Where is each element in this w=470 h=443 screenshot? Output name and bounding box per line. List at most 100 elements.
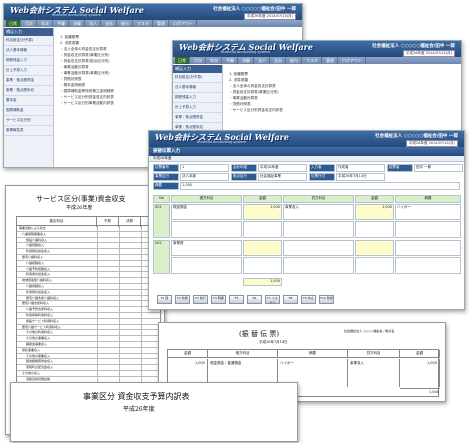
function-key-bar: F1 閉 F2 新規 F3 前行 F4 明細 F5 F6 F7 スキャン F8 F9 中止… — [157, 295, 334, 304]
sidebar-item[interactable]: 国庫補助金 — [4, 106, 53, 116]
menu-item[interactable]: ログアウト — [170, 20, 197, 27]
sidebar-item[interactable]: 事業・拠点間資金 — [173, 113, 222, 123]
report-row-label: その他の収入 — [22, 371, 41, 375]
function-key-button[interactable]: F2 新規 — [175, 295, 190, 304]
sidebar-item[interactable]: 事業報告書 — [4, 126, 53, 136]
sidebar-item[interactable]: 科目設定(対予算) — [4, 36, 53, 46]
table-cell[interactable]: 1,000 — [243, 204, 282, 220]
menu-item[interactable]: 決算 — [239, 57, 254, 64]
entry-lines-table: No 借方科目 金額 貸方科目 金額 摘要 001 現金預金 1,000 事業収入 1,000 ハイボ… — [153, 195, 462, 287]
table-cell-sub[interactable] — [355, 257, 394, 274]
menu-item[interactable]: 管理 — [323, 57, 338, 64]
form-field[interactable]: 田中 一郎 — [414, 164, 463, 172]
menu-item[interactable]: 月次 — [22, 20, 37, 27]
table-cell[interactable] — [283, 240, 354, 256]
form-field[interactable]: 作成者 — [336, 164, 385, 172]
menu-link[interactable]: ・サービス区分別資金収支内訳表 — [229, 107, 339, 113]
table-header: 貸方科目 — [283, 195, 354, 203]
report-row-label: 居宅介護支援料収入 — [22, 301, 50, 306]
table-cell[interactable]: 現金預金 — [171, 204, 242, 220]
sidebar-item[interactable]: 科目設定(対予算) — [173, 73, 222, 83]
function-key-button[interactable]: F8 — [283, 295, 298, 304]
form-field[interactable]: 平成26年度 — [258, 164, 307, 172]
menu-item[interactable]: 日常 — [6, 20, 21, 27]
app-tagline: financial accounting system — [197, 140, 247, 144]
sidebar-item[interactable]: 基本金 — [4, 96, 53, 106]
menu-item[interactable]: 給与 — [118, 20, 133, 27]
table-cell-sub[interactable] — [283, 221, 354, 238]
table-cell-sub[interactable] — [171, 221, 242, 238]
function-key-button[interactable]: F9 中止 — [301, 295, 316, 304]
sidebar-item[interactable]: 計上予算入力 — [4, 66, 53, 76]
slip-header: 金額 — [400, 350, 440, 358]
form-field[interactable]: 法人本部 — [180, 173, 229, 181]
menu-item[interactable]: マスタ — [134, 20, 153, 27]
sidebar-item[interactable]: 計上予算入力 — [173, 103, 222, 113]
menu-item[interactable]: 年次 — [207, 57, 222, 64]
menu-item[interactable]: 法人 — [86, 20, 101, 27]
sidebar-heading: 補足入力 — [173, 65, 222, 73]
function-key-button[interactable]: F10 登録 — [319, 295, 334, 304]
app-banner: Web会計システム Social Welfare financial accou… — [149, 131, 464, 147]
menu-item[interactable]: 予算 — [223, 57, 238, 64]
function-key-button[interactable]: F6 — [247, 295, 262, 304]
report-row-label: 居宅介護支援介護料収入 — [26, 295, 60, 300]
menu-item[interactable]: 決算 — [70, 20, 85, 27]
function-key-button[interactable]: F1 閉 — [157, 295, 172, 304]
menu-item[interactable]: 支払 — [102, 20, 117, 27]
sidebar-item[interactable]: サービス区分別 — [4, 116, 53, 126]
table-cell-sub[interactable] — [395, 221, 461, 238]
table-header: 摘要 — [395, 195, 461, 203]
table-cell[interactable]: 事業費 — [171, 240, 242, 256]
table-cell[interactable] — [243, 240, 282, 256]
table-cell-sub[interactable] — [171, 257, 242, 274]
table-cell[interactable] — [355, 240, 394, 256]
menu-item[interactable]: 年次 — [38, 20, 53, 27]
menu-item[interactable]: 日常 — [175, 57, 190, 64]
form-label: 会計年度 — [231, 164, 257, 172]
table-cell-sub[interactable] — [243, 221, 282, 238]
menu-item[interactable]: マスタ — [303, 57, 322, 64]
organization-name: 社会福祉法人 ○○○○○福祉会/田中 一郎 — [213, 7, 296, 12]
menu-item[interactable]: 給与 — [287, 57, 302, 64]
function-key-button[interactable]: F5 — [229, 295, 244, 304]
sidebar-item[interactable]: 事業・拠点間未収 — [4, 86, 53, 96]
table-cell[interactable]: 1,000 — [355, 204, 394, 220]
main-menu-bar: 日常 月次 年次 予算 決算 法人 支払 給与 マスタ 管理 ログアウト — [4, 20, 302, 27]
sidebar-item[interactable]: 期首残高入力 — [4, 56, 53, 66]
voucher-entry-window: Web会計システム Social Welfare financial accou… — [148, 130, 465, 310]
menu-item[interactable]: 予算 — [54, 20, 69, 27]
app-banner: Web会計システム Social Welfare financial accou… — [4, 4, 302, 20]
menu-item[interactable]: 月次 — [191, 57, 206, 64]
table-cell[interactable]: 事業収入 — [283, 204, 354, 220]
form-field[interactable]: 1 — [180, 164, 229, 172]
table-cell-sub[interactable] — [283, 257, 354, 274]
function-key-button[interactable]: F3 前行 — [193, 295, 208, 304]
menu-link[interactable]: ・サービス区分別事業活動内訳表 — [60, 100, 170, 106]
slip-date: 平成26年7月14日 — [259, 340, 288, 344]
menu-item[interactable]: 管理 — [154, 20, 169, 27]
app-tagline: financial accounting system — [52, 13, 102, 17]
menu-item[interactable]: ログアウト — [339, 57, 366, 64]
table-cell-sub[interactable] — [243, 257, 282, 274]
table-cell[interactable] — [395, 240, 461, 256]
sidebar-item[interactable]: 期首残高入力 — [173, 93, 222, 103]
form-field[interactable]: 平成26年7月14日 — [336, 173, 385, 181]
form-field[interactable]: 1,000 — [180, 182, 460, 190]
report-row-label: 介護報酬収入 — [26, 260, 45, 265]
sidebar-item[interactable]: 法人基本情報 — [4, 46, 53, 56]
form-field[interactable]: 社会福祉事業 — [258, 173, 307, 181]
form-label: 伝票日付 — [309, 173, 335, 181]
report-row-label: 受託事業収入 — [22, 347, 41, 352]
report-row-label: 居宅介護サービス利用料収入 — [22, 324, 62, 329]
function-key-button[interactable]: F7 スキャン — [265, 295, 280, 304]
table-cell-sub[interactable] — [355, 221, 394, 238]
entry-header-form: 伝票番号 1 会計年度 平成26年度 入力者 作成者 起票者 田中 一郎 事業区分 法人本部 拠点区… — [153, 164, 463, 192]
table-cell-sub[interactable] — [395, 257, 461, 274]
menu-item[interactable]: 法人 — [255, 57, 270, 64]
menu-item[interactable]: 支払 — [271, 57, 286, 64]
function-key-button[interactable]: F4 明細 — [211, 295, 226, 304]
table-cell[interactable]: ハイボー — [395, 204, 461, 220]
sidebar-item[interactable]: 法人基本情報 — [173, 83, 222, 93]
sidebar-item[interactable]: 事業・拠点間資金 — [4, 76, 53, 86]
